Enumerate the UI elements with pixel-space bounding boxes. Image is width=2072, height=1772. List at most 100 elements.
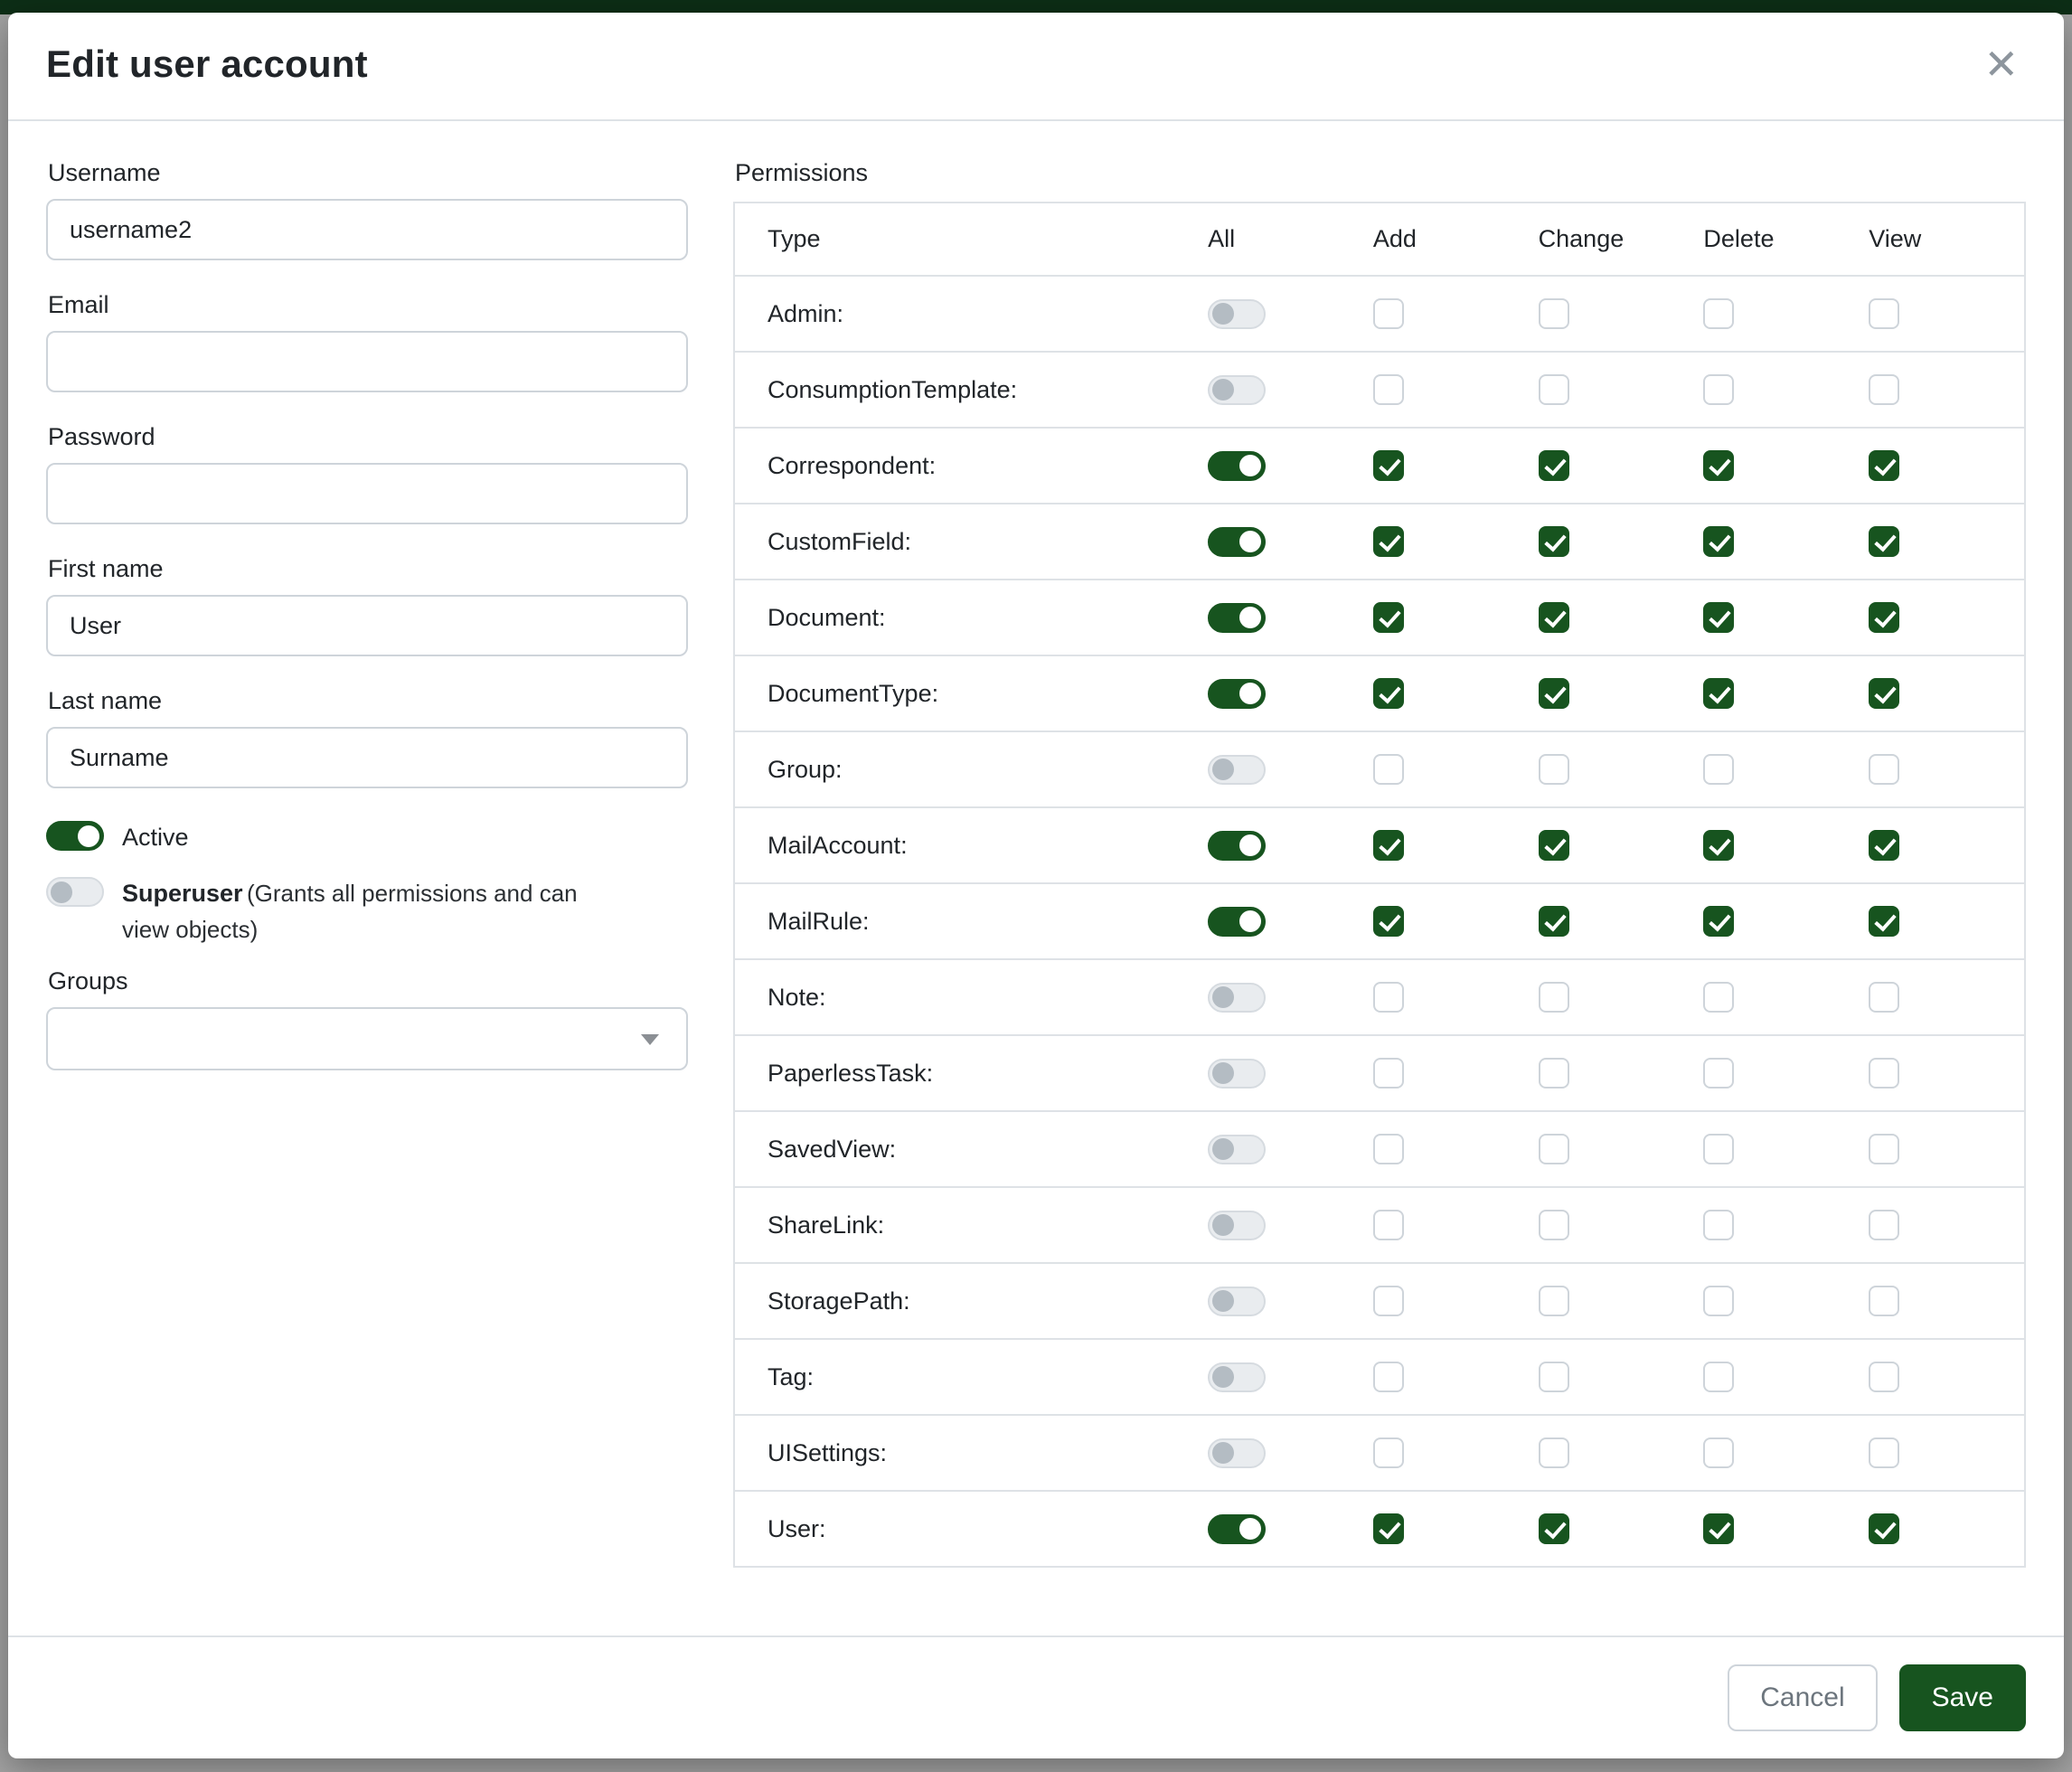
permission-change-checkbox[interactable] — [1539, 1513, 1569, 1544]
permission-view-checkbox[interactable] — [1869, 374, 1899, 405]
permission-add-checkbox[interactable] — [1373, 1286, 1404, 1316]
permission-change-checkbox[interactable] — [1539, 374, 1569, 405]
permission-delete-checkbox[interactable] — [1703, 1058, 1734, 1089]
permission-change-checkbox[interactable] — [1539, 678, 1569, 709]
permission-all-toggle[interactable] — [1208, 527, 1266, 557]
permission-change-checkbox[interactable] — [1539, 298, 1569, 329]
username-input[interactable] — [46, 199, 688, 260]
permission-add-checkbox[interactable] — [1373, 754, 1404, 785]
permission-all-toggle[interactable] — [1208, 831, 1266, 861]
permission-add-checkbox[interactable] — [1373, 298, 1404, 329]
permission-change-checkbox[interactable] — [1539, 526, 1569, 557]
permission-add-checkbox[interactable] — [1373, 1058, 1404, 1089]
permission-all-toggle[interactable] — [1208, 1514, 1266, 1544]
save-button[interactable]: Save — [1899, 1664, 2026, 1731]
last-name-field[interactable] — [46, 727, 688, 788]
permission-view-checkbox[interactable] — [1869, 1362, 1899, 1392]
permission-add-checkbox[interactable] — [1373, 982, 1404, 1013]
permission-view-checkbox[interactable] — [1869, 298, 1899, 329]
permission-add-checkbox[interactable] — [1373, 526, 1404, 557]
active-toggle-row: Active — [46, 819, 688, 855]
permission-add-checkbox[interactable] — [1373, 1437, 1404, 1468]
permission-change-checkbox[interactable] — [1539, 1058, 1569, 1089]
permission-view-checkbox[interactable] — [1869, 1058, 1899, 1089]
active-toggle[interactable] — [46, 821, 104, 851]
permission-delete-checkbox[interactable] — [1703, 830, 1734, 861]
permission-change-checkbox[interactable] — [1539, 906, 1569, 937]
permission-view-checkbox[interactable] — [1869, 1210, 1899, 1240]
permission-all-toggle[interactable] — [1208, 1211, 1266, 1240]
permission-add-checkbox[interactable] — [1373, 450, 1404, 481]
permission-delete-checkbox[interactable] — [1703, 906, 1734, 937]
permission-all-toggle[interactable] — [1208, 451, 1266, 481]
permission-change-checkbox[interactable] — [1539, 450, 1569, 481]
permission-all-toggle[interactable] — [1208, 299, 1266, 329]
permission-delete-checkbox[interactable] — [1703, 1134, 1734, 1164]
permission-delete-checkbox[interactable] — [1703, 374, 1734, 405]
permission-type-label: Admin: — [734, 276, 1199, 352]
permission-delete-checkbox[interactable] — [1703, 1437, 1734, 1468]
permission-type-label: UISettings: — [734, 1415, 1199, 1491]
permission-view-checkbox[interactable] — [1869, 830, 1899, 861]
permission-view-checkbox[interactable] — [1869, 602, 1899, 633]
permission-delete-checkbox[interactable] — [1703, 982, 1734, 1013]
permission-delete-checkbox[interactable] — [1703, 678, 1734, 709]
permission-all-toggle[interactable] — [1208, 907, 1266, 937]
permission-change-checkbox[interactable] — [1539, 1210, 1569, 1240]
permission-change-checkbox[interactable] — [1539, 1134, 1569, 1164]
permission-change-checkbox[interactable] — [1539, 602, 1569, 633]
cancel-button[interactable]: Cancel — [1728, 1664, 1877, 1731]
permission-view-checkbox[interactable] — [1869, 450, 1899, 481]
permission-delete-checkbox[interactable] — [1703, 602, 1734, 633]
modal-footer: Cancel Save — [8, 1635, 2064, 1758]
password-field[interactable] — [46, 463, 688, 524]
permission-change-checkbox[interactable] — [1539, 754, 1569, 785]
permission-add-checkbox[interactable] — [1373, 830, 1404, 861]
permission-view-checkbox[interactable] — [1869, 1513, 1899, 1544]
permission-delete-checkbox[interactable] — [1703, 1210, 1734, 1240]
permission-delete-checkbox[interactable] — [1703, 450, 1734, 481]
permission-view-checkbox[interactable] — [1869, 982, 1899, 1013]
permission-change-checkbox[interactable] — [1539, 830, 1569, 861]
permission-view-checkbox[interactable] — [1869, 1134, 1899, 1164]
permission-view-checkbox[interactable] — [1869, 526, 1899, 557]
permission-add-checkbox[interactable] — [1373, 1362, 1404, 1392]
permission-delete-checkbox[interactable] — [1703, 1513, 1734, 1544]
permission-delete-checkbox[interactable] — [1703, 754, 1734, 785]
permission-change-checkbox[interactable] — [1539, 1362, 1569, 1392]
permission-add-checkbox[interactable] — [1373, 602, 1404, 633]
permission-delete-checkbox[interactable] — [1703, 1362, 1734, 1392]
permission-all-toggle[interactable] — [1208, 1287, 1266, 1316]
permission-add-checkbox[interactable] — [1373, 1134, 1404, 1164]
permission-all-toggle[interactable] — [1208, 679, 1266, 709]
permission-change-checkbox[interactable] — [1539, 1437, 1569, 1468]
permission-all-toggle[interactable] — [1208, 603, 1266, 633]
permission-add-checkbox[interactable] — [1373, 1513, 1404, 1544]
email-field[interactable] — [46, 331, 688, 392]
permission-all-toggle[interactable] — [1208, 375, 1266, 405]
permission-change-checkbox[interactable] — [1539, 982, 1569, 1013]
permission-add-checkbox[interactable] — [1373, 678, 1404, 709]
permission-view-checkbox[interactable] — [1869, 1437, 1899, 1468]
permission-all-toggle[interactable] — [1208, 1362, 1266, 1392]
permission-all-toggle[interactable] — [1208, 1059, 1266, 1089]
superuser-toggle[interactable] — [46, 877, 104, 907]
permission-change-checkbox[interactable] — [1539, 1286, 1569, 1316]
permission-delete-checkbox[interactable] — [1703, 526, 1734, 557]
groups-select[interactable] — [46, 1007, 688, 1070]
permission-view-checkbox[interactable] — [1869, 678, 1899, 709]
permission-delete-checkbox[interactable] — [1703, 1286, 1734, 1316]
permission-add-checkbox[interactable] — [1373, 1210, 1404, 1240]
permission-all-toggle[interactable] — [1208, 1135, 1266, 1164]
permission-all-toggle[interactable] — [1208, 983, 1266, 1013]
permission-all-toggle[interactable] — [1208, 755, 1266, 785]
permission-add-checkbox[interactable] — [1373, 906, 1404, 937]
permission-all-toggle[interactable] — [1208, 1438, 1266, 1468]
close-icon[interactable]: ✕ — [1976, 40, 2026, 89]
permission-delete-checkbox[interactable] — [1703, 298, 1734, 329]
permission-view-checkbox[interactable] — [1869, 1286, 1899, 1316]
permission-view-checkbox[interactable] — [1869, 906, 1899, 937]
permission-add-checkbox[interactable] — [1373, 374, 1404, 405]
permission-view-checkbox[interactable] — [1869, 754, 1899, 785]
first-name-field[interactable] — [46, 595, 688, 656]
